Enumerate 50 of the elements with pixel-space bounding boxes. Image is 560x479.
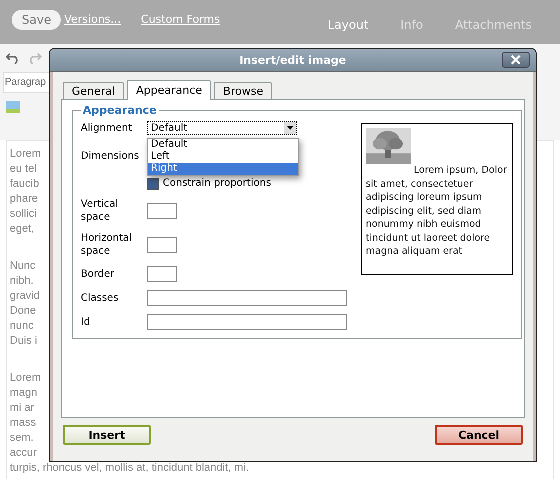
checkbox-label: Constrain proportions — [163, 177, 272, 190]
undo-icon[interactable] — [6, 52, 20, 64]
field-label: Dimensions — [81, 150, 140, 162]
dialog-tab[interactable]: Appearance — [127, 80, 212, 100]
insert-button[interactable]: Insert — [63, 425, 151, 445]
editor-text-line: sollici — [10, 207, 37, 222]
fieldset-legend: Appearance — [81, 104, 159, 117]
editor-text-line: eget, — [10, 222, 34, 237]
editor-text-line: nibh. — [10, 274, 34, 289]
dropdown-option[interactable]: Left — [148, 151, 298, 163]
field-label: Vertical space — [81, 198, 120, 224]
alignment-select[interactable]: Default — [147, 121, 297, 135]
dropdown-arrow-icon — [286, 126, 294, 130]
dialog-tab[interactable]: Browse — [214, 82, 272, 99]
editor-text-line: turpis, rhoncus vel, mollis at, tincidunt blandit, mi. — [10, 461, 250, 476]
editor-text-line: Lorem — [10, 147, 42, 162]
editor-text-line: Done — [10, 304, 36, 319]
editor-text-line: gravid — [10, 289, 40, 304]
field-label: Horizontal space — [81, 232, 134, 258]
editor-text-line: Lorem — [10, 371, 42, 386]
field-label: Alignment — [81, 122, 134, 134]
close-icon — [511, 55, 521, 65]
editor-text-line: mi ar — [10, 401, 34, 416]
field-label: Id — [81, 316, 92, 328]
dialog-tab[interactable]: General — [63, 82, 124, 99]
field-label: Classes — [81, 292, 120, 304]
input-field[interactable] — [147, 237, 177, 253]
dialog-title: Insert/edit image — [240, 54, 346, 66]
input-field[interactable] — [147, 290, 347, 306]
close-button[interactable] — [502, 52, 530, 68]
cancel-button[interactable]: Cancel — [435, 425, 523, 445]
checkbox[interactable] — [147, 178, 159, 190]
editor-text-line: eu tel — [10, 162, 37, 177]
input-field[interactable] — [147, 314, 347, 330]
field-label: Border — [81, 268, 116, 280]
editor-text-line: sem. — [10, 431, 34, 446]
input-field[interactable] — [147, 266, 177, 282]
preview-text: Lorem ipsum, Dolor sit amet, consectetuer adipiscing loreum ipsum edipiscing elit, sed diam nonummy nibh euismod tincidunt ut laoreet dolore magna aliquam erat — [366, 164, 508, 258]
input-field[interactable] — [147, 203, 177, 219]
editor-text-line: Duis i — [10, 334, 38, 349]
editor-text-line: phare — [10, 192, 38, 207]
editor-text-line: mass — [10, 416, 36, 431]
dropdown-option[interactable]: Right — [148, 163, 298, 175]
save-button[interactable]: Save — [12, 10, 62, 30]
editor-text-line: nunc — [10, 319, 34, 334]
editor-text-line: magn — [10, 386, 38, 401]
editor-text-line: Nunc — [10, 259, 36, 274]
editor-text-line: faucib — [10, 177, 40, 192]
editor-text-line: accur — [10, 446, 37, 461]
dropdown-option[interactable]: Default — [148, 139, 298, 151]
